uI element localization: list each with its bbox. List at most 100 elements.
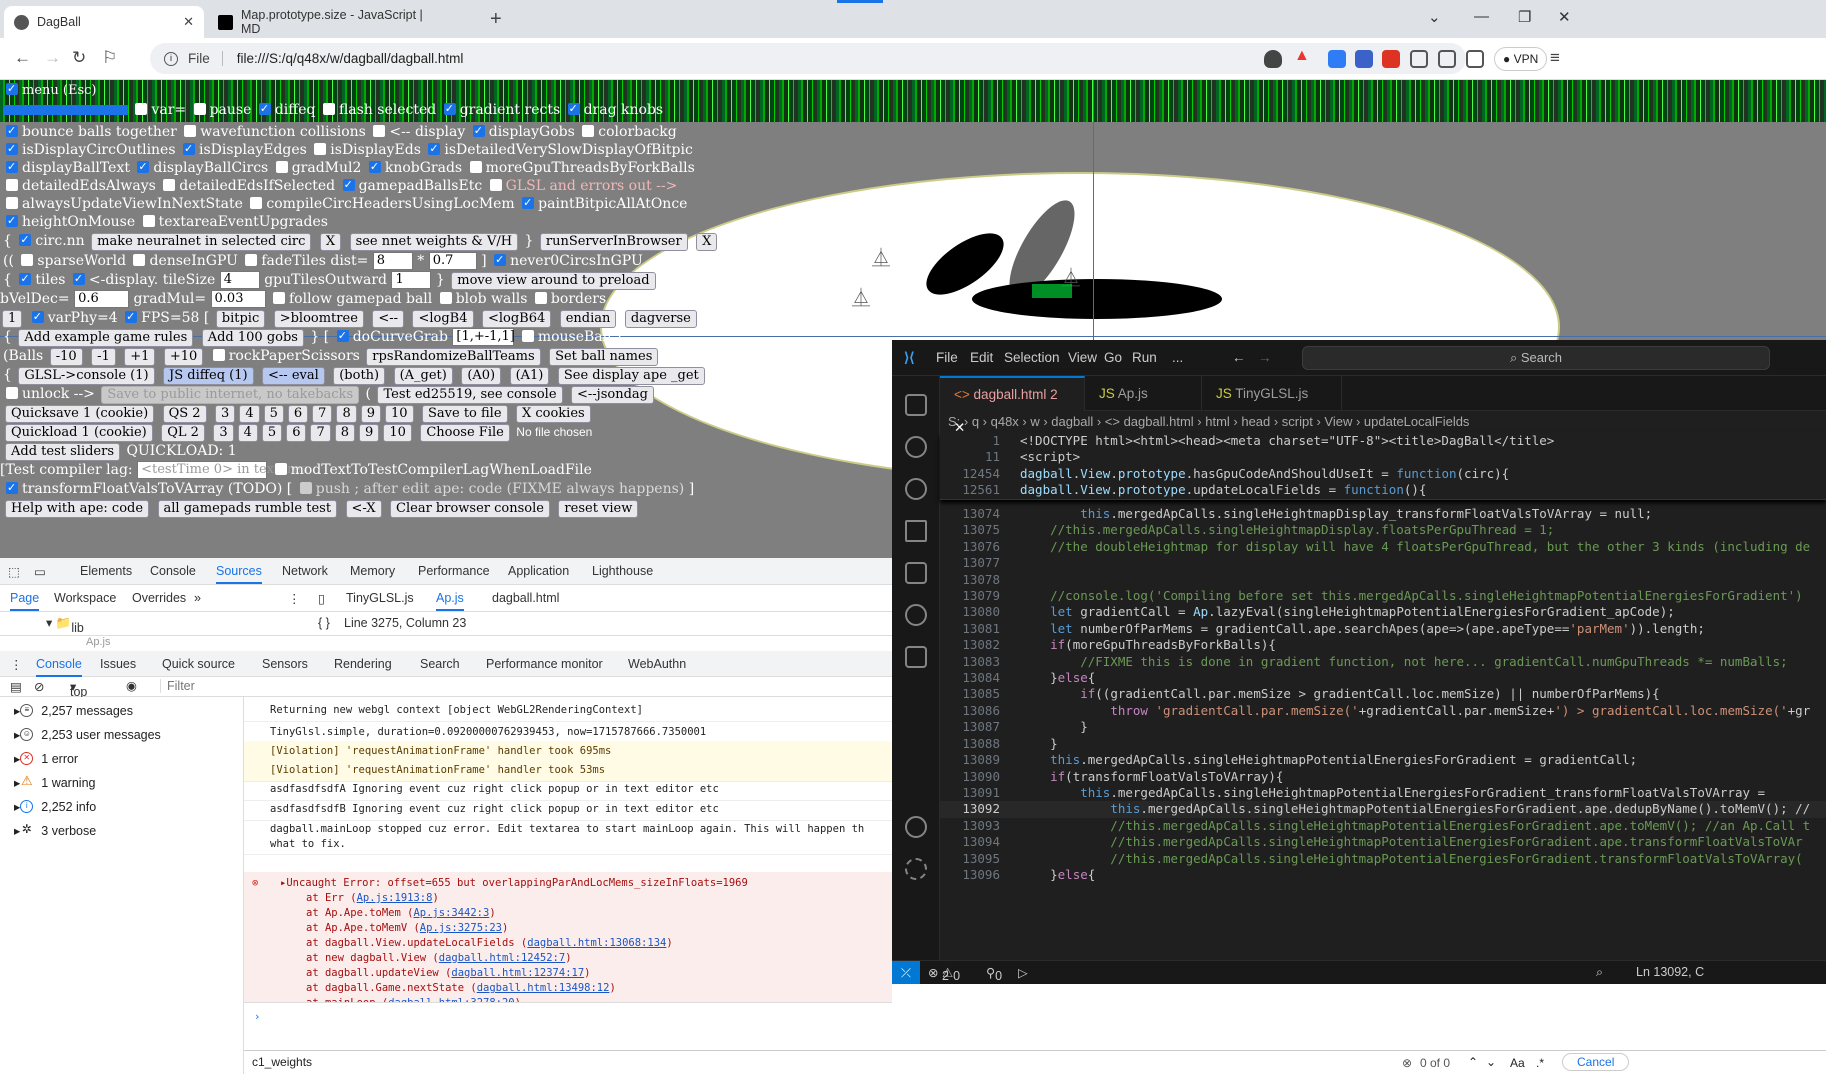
drawer-tab-issues[interactable]: Issues	[100, 657, 136, 671]
code-line[interactable]: 13094 //this.mergedApCalls.singleHeightm…	[940, 834, 1826, 850]
fade-dist-input[interactable]: 8	[372, 252, 413, 270]
code-editor[interactable]: 13074 this.mergedApCalls.singleHeightmap…	[940, 506, 1826, 883]
gpu-tiles-input[interactable]: 1	[391, 271, 432, 289]
menu-file[interactable]: File	[936, 350, 958, 365]
code-line[interactable]: 13092 this.mergedApCalls.singleHeightmap…	[940, 801, 1826, 818]
drawer-tab-search[interactable]: Search	[420, 657, 460, 671]
menu-selection[interactable]: Selection	[1004, 350, 1060, 365]
match-case-icon[interactable]: Aa	[1510, 1056, 1525, 1070]
stack-frame-link[interactable]: Ap.js:1913:8	[357, 892, 433, 904]
folder-lib[interactable]: ▾ 📁 lib	[46, 615, 84, 635]
tab-console[interactable]: Console	[150, 564, 196, 578]
drawer-menu-icon[interactable]: ⋮	[10, 657, 23, 672]
window-close-icon[interactable]: ✕	[1558, 8, 1571, 26]
chat-icon[interactable]	[905, 646, 927, 668]
forward-icon[interactable]: →	[44, 48, 61, 68]
tab-network[interactable]: Network	[282, 564, 328, 578]
search-next-icon[interactable]: ⌄	[1486, 1055, 1496, 1069]
tab-mdn[interactable]: Map.prototype.size - JavaScript | MD	[208, 6, 436, 38]
drag-knobs-checkbox[interactable]: drag knobs	[584, 102, 664, 118]
code-line[interactable]: 13090 if(transformFloatValsToVArray){	[940, 769, 1826, 785]
code-line[interactable]: 13095 //this.mergedApCalls.singleHeightm…	[940, 851, 1826, 867]
tab-ap-js[interactable]: JS Ap.js	[1085, 376, 1202, 411]
file-tab-tinyglsl[interactable]: TinyGLSL.js	[346, 591, 414, 605]
code-line[interactable]: 13091 this.mergedApCalls.singleHeightmap…	[940, 785, 1826, 801]
brave-rewards-icon[interactable]: ▲	[1294, 47, 1312, 65]
flash-selected-checkbox[interactable]: flash selected	[339, 102, 436, 118]
menu-more[interactable]: ...	[1172, 350, 1183, 365]
wallet-icon[interactable]	[1466, 50, 1484, 68]
problems-indicator[interactable]: ⊗ 2 ⚠ 0	[928, 965, 960, 983]
zoom-icon[interactable]: ⌕	[1596, 965, 1603, 980]
translate-icon[interactable]	[1355, 50, 1373, 68]
context-select[interactable]: top ▾	[70, 679, 87, 699]
add-example-rules-button[interactable]: Add example game rules	[18, 329, 194, 347]
drawer-tab-sensors[interactable]: Sensors	[262, 657, 308, 671]
vpn-button[interactable]: ● VPN	[1494, 47, 1548, 71]
tab-tinyglsl-js[interactable]: JS TinyGLSL.js	[1202, 376, 1342, 411]
sidebar-errors[interactable]: ▸ ✕ 1 error	[14, 751, 78, 767]
nav-back-icon[interactable]: ←	[1232, 350, 1246, 365]
stack-frame-link[interactable]: dagball.html:12374:17	[451, 967, 584, 979]
bookmark-icon[interactable]: ⚐	[102, 48, 117, 68]
var-slider[interactable]	[3, 105, 128, 115]
code-line[interactable]: 13088 }	[940, 736, 1826, 752]
remote-explorer-icon[interactable]	[905, 604, 927, 626]
fade-mult-input[interactable]: 0.7	[428, 252, 477, 270]
sidebar-warnings[interactable]: ▸ ⚠ 1 warning	[14, 774, 95, 790]
sidebar-user-messages[interactable]: ▸ ☺ 2,253 user messages	[14, 727, 161, 743]
search-clear-icon[interactable]: ⊗	[1402, 1056, 1412, 1070]
console-filter-input[interactable]: Filter	[160, 679, 880, 693]
pause-checkbox[interactable]: pause	[210, 102, 252, 118]
bveldec-input[interactable]: 0.6	[74, 290, 130, 308]
stack-frame-link[interactable]: dagball.html:13498:12	[477, 982, 610, 994]
tile-size-input[interactable]: 4	[219, 271, 260, 289]
cancel-button[interactable]: Cancel	[1562, 1053, 1630, 1071]
command-center-search[interactable]: ⌕ Search	[1302, 346, 1770, 370]
settings-gear-icon[interactable]	[905, 858, 927, 880]
regex-icon[interactable]: .*	[1536, 1056, 1544, 1070]
code-line[interactable]: 11 <script>	[940, 449, 1826, 465]
search-input[interactable]: c1_weights	[252, 1055, 312, 1069]
restore-icon[interactable]: ❐	[1518, 8, 1531, 26]
menu-view[interactable]: View	[1068, 350, 1097, 365]
tab-performance[interactable]: Performance	[418, 564, 490, 578]
cursor-position[interactable]: Ln 13092, C	[1636, 965, 1704, 979]
back-icon[interactable]: ←	[14, 48, 31, 68]
subtab-page[interactable]: Page	[10, 591, 40, 611]
run-server-button[interactable]: runServerInBrowser	[539, 233, 688, 251]
code-line[interactable]: 13087 }	[940, 719, 1826, 735]
code-line[interactable]: 13080 let gradientCall = Ap.lazyEval(sin…	[940, 604, 1826, 620]
add-100-gobs-button[interactable]: Add 100 gobs	[201, 329, 304, 347]
code-line[interactable]: 13086 throw 'gradientCall.par.memSize('+…	[940, 703, 1826, 719]
tab-application[interactable]: Application	[508, 564, 569, 578]
url-text[interactable]: file:///S:/q/q48x/w/dagball/dagball.html	[237, 51, 464, 66]
nav-forward-icon[interactable]: →	[1258, 350, 1272, 365]
close-button[interactable]: X	[319, 233, 342, 251]
menu-icon[interactable]: ≡	[1550, 48, 1560, 68]
diffeq-checkbox[interactable]: diffeq	[275, 102, 316, 118]
stack-frame-link[interactable]: dagball.html:12452:7	[439, 952, 565, 964]
site-info-icon[interactable]: i	[164, 51, 178, 66]
code-line[interactable]: 13074 this.mergedApCalls.singleHeightmap…	[940, 506, 1826, 522]
debug-icon[interactable]: ▷	[1018, 965, 1028, 980]
move-view-button[interactable]: move view around to preload	[451, 272, 656, 290]
sidebar-verbose[interactable]: ▸ ✲ 3 verbose	[14, 823, 96, 838]
drawer-tab-console[interactable]: Console	[36, 657, 82, 677]
sidebar-icon[interactable]	[1438, 50, 1456, 68]
close-tab-icon[interactable]: ✕	[183, 14, 194, 30]
gradmul-input[interactable]: 0.03	[210, 290, 266, 308]
stack-frame-link[interactable]: Ap.js:3442:3	[413, 907, 489, 919]
close-button[interactable]: X	[696, 233, 718, 251]
subtab-overrides[interactable]: Overrides	[132, 591, 186, 605]
device-toolbar-icon[interactable]: ▭	[34, 564, 46, 579]
extensions-icon[interactable]	[905, 562, 927, 584]
tab-elements[interactable]: Elements	[80, 564, 132, 578]
subtab-workspace[interactable]: Workspace	[54, 591, 116, 605]
tab-sources[interactable]: Sources	[216, 564, 262, 584]
minimize-icon[interactable]: —	[1474, 8, 1489, 25]
extension-icon-1[interactable]	[1328, 50, 1346, 68]
tree-item-apjs[interactable]: Ap.js	[0, 636, 892, 651]
code-line[interactable]: 1 <!DOCTYPE html><html><head><meta charse…	[940, 433, 1826, 449]
source-control-icon[interactable]	[905, 478, 927, 500]
